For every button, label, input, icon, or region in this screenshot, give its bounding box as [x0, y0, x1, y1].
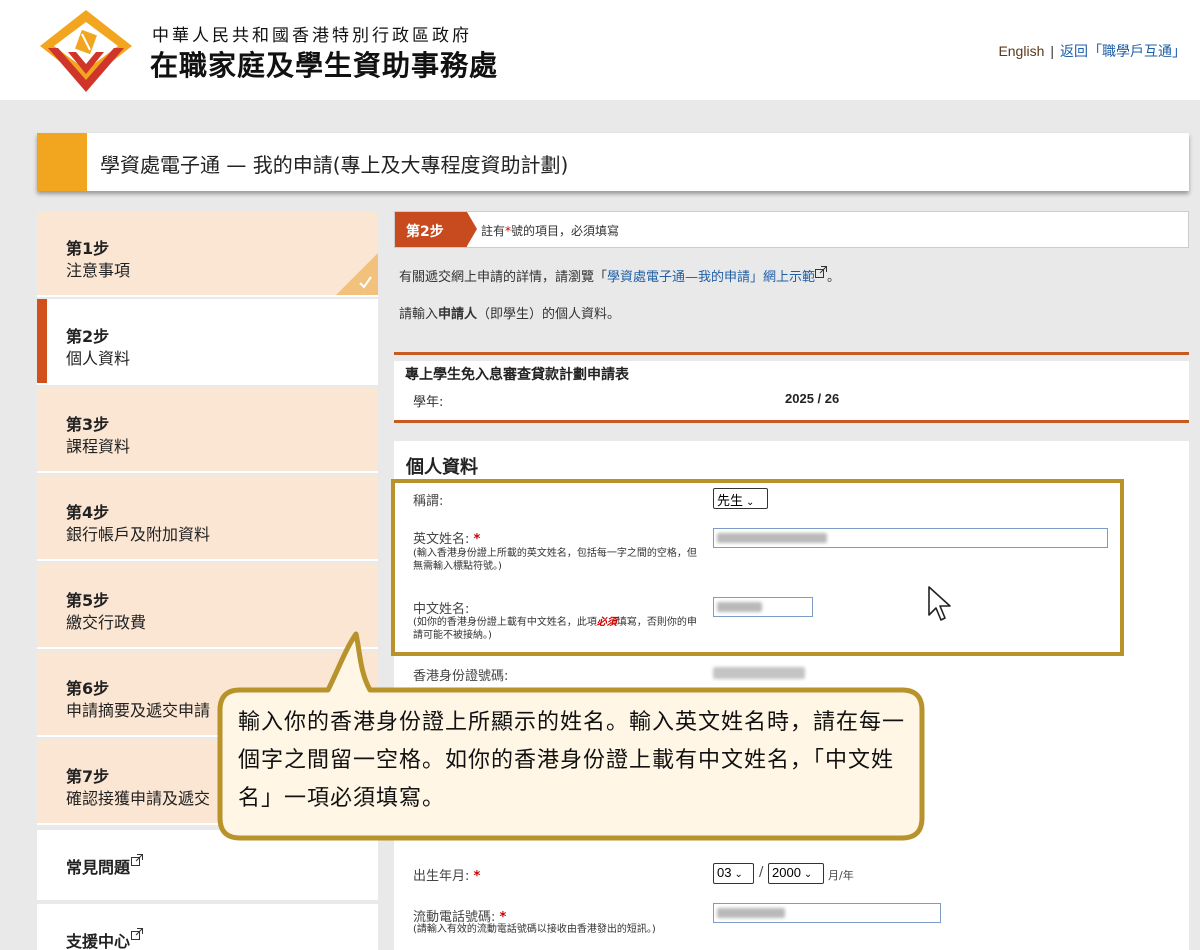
- title-accent: [37, 133, 87, 191]
- support-label: 支援中心: [66, 932, 131, 950]
- support-centre-link[interactable]: 支援中心: [37, 904, 378, 950]
- org-name-line1: 中華人民共和國香港特別行政區政府: [152, 26, 472, 46]
- external-link-icon: [131, 854, 144, 866]
- step-name: 申請摘要及遞交申請: [66, 701, 211, 720]
- step-name: 確認接獲申請及遞交: [66, 789, 211, 808]
- redacted-value: [717, 533, 827, 543]
- required-star: *: [473, 532, 481, 547]
- sidebar-step-1[interactable]: 第1步 注意事項: [37, 211, 378, 297]
- dob-unit: 月/年: [828, 869, 854, 882]
- salutation-label: 稱謂:: [413, 494, 444, 509]
- instruction-text: 請輸入申請人（即學生）的個人資料。: [399, 303, 620, 322]
- dob-separator: /: [759, 865, 764, 880]
- callout-text: 輸入你的香港身份證上所顯示的姓名。輸入英文姓名時，請在每一個字之間留一空格。如你…: [238, 710, 906, 811]
- redacted-value: [717, 602, 762, 612]
- must-emphasis: 必須: [596, 617, 617, 628]
- month-value: 03: [717, 865, 732, 880]
- salutation-value: 先生: [717, 493, 744, 508]
- academic-year-value: 2025 / 26: [785, 391, 840, 406]
- step-number: 第3步: [66, 415, 110, 434]
- step-number: 第2步: [66, 327, 110, 346]
- english-name-input[interactable]: [713, 528, 1108, 548]
- step-number: 第5步: [66, 591, 110, 610]
- form-title: 專上學生免入息審查貸款計劃申請表: [405, 367, 629, 383]
- mouse-cursor-icon: [928, 586, 951, 621]
- current-step-tag: 第2步: [395, 212, 477, 247]
- instr-bold: 申請人: [438, 307, 478, 322]
- step-name: 繳交行政費: [66, 613, 147, 632]
- english-name-help: (輸入香港身份證上所載的英文姓名，包括每一字之間的空格，但無需輸入標點符號。): [413, 548, 697, 572]
- back-to-portal-link[interactable]: 返回「職學戶互通」: [1060, 43, 1186, 59]
- chinese-name-label: 中文姓名:: [413, 602, 470, 617]
- instr-text: 請輸入: [399, 307, 439, 322]
- chevron-down-icon: ⌄: [746, 497, 755, 508]
- dob-year-select[interactable]: 2000 ⌄: [768, 863, 824, 884]
- step-name: 注意事項: [66, 261, 131, 280]
- note-text: 註有: [481, 224, 506, 238]
- online-demo-link[interactable]: 學資處電子通—我的申請」網上示範: [607, 270, 815, 285]
- sidebar-step-4[interactable]: 第4步 銀行帳戶及附加資料: [37, 475, 378, 561]
- step-number: 第1步: [66, 239, 110, 258]
- step-name: 課程資料: [66, 437, 131, 456]
- demo-info: 有關遞交網上申請的詳情，請瀏覽「學資處電子通—我的申請」網上示範。: [399, 266, 840, 285]
- wfsfaa-logo[interactable]: [38, 8, 134, 94]
- english-link[interactable]: English: [998, 43, 1044, 59]
- dob-label: 出生年月: *: [413, 865, 480, 884]
- sidebar-step-2[interactable]: 第2步 個人資料: [37, 299, 378, 385]
- label-text: 英文姓名:: [413, 532, 470, 547]
- completed-check-icon: [336, 253, 378, 295]
- year-value: 2000: [772, 865, 801, 880]
- note-text: 號的項目，必須填寫: [511, 224, 620, 238]
- sidebar-step-3[interactable]: 第3步 課程資料: [37, 387, 378, 473]
- page-title-bar: 學資處電子通 — 我的申請(專上及大專程度資助計劃): [37, 133, 1189, 191]
- redacted-value: [717, 908, 785, 918]
- page-title: 學資處電子通 — 我的申請(專上及大專程度資助計劃): [100, 153, 569, 177]
- chinese-name-input[interactable]: [713, 597, 813, 617]
- site-header: 中華人民共和國香港特別行政區政府 在職家庭及學生資助事務處 English | 返回…: [0, 0, 1200, 100]
- external-link-icon: [815, 266, 828, 278]
- info-block: 有關遞交網上申請的詳情，請瀏覽「學資處電子通—我的申請」網上示範。 請輸入申請人…: [394, 261, 1189, 355]
- english-name-label: 英文姓名: *: [413, 528, 480, 547]
- label-text: 出生年月:: [413, 869, 470, 884]
- external-link-icon: [131, 928, 144, 940]
- faq-label: 常見問題: [66, 858, 131, 877]
- step-number: 第6步: [66, 679, 110, 698]
- info-text: 有關遞交網上申請的詳情，請瀏覽「: [399, 270, 608, 285]
- dob-month-select[interactable]: 03 ⌄: [713, 863, 754, 884]
- academic-year-label: 學年:: [413, 395, 444, 410]
- header-links: English | 返回「職學戶互通」: [998, 41, 1186, 61]
- info-text: 。: [827, 270, 841, 285]
- step-name: 個人資料: [66, 349, 131, 368]
- help-text: (如你的香港身份證上載有中文姓名，此項: [413, 617, 597, 628]
- org-name-line2: 在職家庭及學生資助事務處: [150, 49, 499, 82]
- instr-text: （即學生）的個人資料。: [477, 307, 621, 322]
- step-number: 第4步: [66, 503, 110, 522]
- section-title: 個人資料: [406, 457, 478, 478]
- step-number: 第7步: [66, 767, 110, 786]
- step-banner: 第2步 註有*號的項目，必須填寫: [394, 211, 1189, 248]
- step-name: 銀行帳戶及附加資料: [66, 525, 211, 544]
- mobile-help: (請輸入有效的流動電話號碼以接收由香港發出的短訊。): [413, 924, 656, 935]
- chevron-down-icon: ⌄: [734, 869, 743, 880]
- required-note: 註有*號的項目，必須填寫: [481, 222, 619, 239]
- link-separator: |: [1050, 43, 1054, 59]
- required-star: *: [473, 869, 481, 884]
- salutation-select[interactable]: 先生 ⌄: [713, 488, 768, 509]
- form-title-block: 專上學生免入息審查貸款計劃申請表 學年: 2025 / 26: [394, 361, 1189, 423]
- chevron-down-icon: ⌄: [803, 869, 813, 880]
- mobile-input[interactable]: [713, 903, 941, 923]
